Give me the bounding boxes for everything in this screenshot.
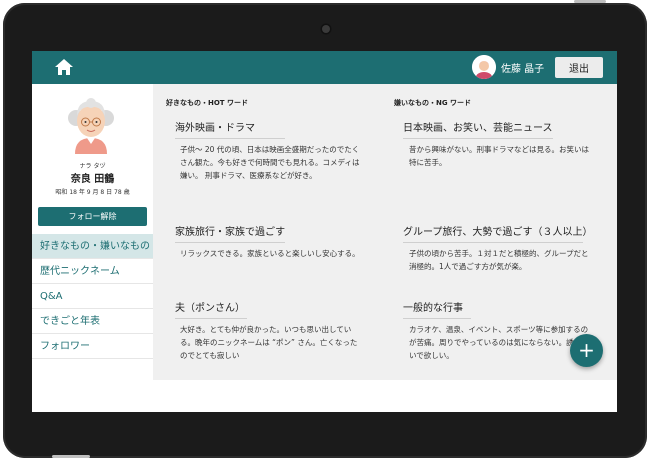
- sidebar-item-timeline[interactable]: できごと年表: [32, 309, 153, 334]
- dislike-item-text: 昔から興味がない。刑事ドラマなどは見る。お笑いは特に苦手。: [409, 145, 589, 167]
- sidebar-nav: 好きなもの・嫌いなもの 歴代ニックネーム Q&A できごと年表 フォロワー: [32, 234, 153, 359]
- sidebar-item-likes-dislikes[interactable]: 好きなもの・嫌いなもの: [32, 234, 153, 259]
- sidebar-item-nicknames[interactable]: 歴代ニックネーム: [32, 259, 153, 284]
- unfollow-button[interactable]: フォロー解除: [38, 207, 147, 226]
- logout-button[interactable]: 退出: [555, 57, 603, 78]
- profile-name: 奈良 田鶴: [70, 174, 115, 185]
- app-header: 佐藤 晶子 退出: [32, 51, 617, 84]
- app-screen: 佐藤 晶子 退出 ナラ タヅ 奈良 田鶴 昭和 18 年 9 月 8 日 78 …: [32, 51, 617, 412]
- like-item-text: 子供～ 20 代の頃、日本は映画全盛期だったのでたくさん観た。今も好きで何時間で…: [180, 145, 360, 180]
- dislike-item-title: 一般的な行事: [403, 299, 471, 319]
- dislike-item-title: グループ旅行、大勢で過ごす（３人以上）: [403, 223, 593, 243]
- profile-kana: ナラ タヅ: [79, 163, 106, 170]
- device-side-button: [574, 0, 606, 3]
- dislike-item-title: 日本映画、お笑い、芸能ニュース: [403, 119, 553, 139]
- profile-birthdate: 昭和 18 年 9 月 8 日 78 歳: [55, 189, 130, 196]
- sidebar: ナラ タヅ 奈良 田鶴 昭和 18 年 9 月 8 日 78 歳 フォロー解除 …: [32, 84, 153, 380]
- dislike-item-text: 子供の頃から苦手。１対１だと積極的、グループだと消極的。1人で過ごす方が気が楽。: [409, 249, 589, 271]
- sidebar-item-qa[interactable]: Q&A: [32, 284, 153, 309]
- sidebar-item-followers[interactable]: フォロワー: [32, 334, 153, 359]
- device-side-button: [52, 455, 90, 458]
- likes-heading: 好きなもの・HOT ワード: [166, 99, 249, 107]
- add-button[interactable]: +: [570, 334, 603, 367]
- dislikes-heading: 嫌いなもの・NG ワード: [394, 99, 472, 107]
- like-item-title: 家族旅行・家族で過ごす: [175, 223, 285, 243]
- like-item-title: 夫（ポンさん）: [175, 299, 247, 319]
- camera-icon: [322, 25, 330, 33]
- profile-avatar: [68, 98, 114, 154]
- home-icon[interactable]: [53, 57, 75, 77]
- user-avatar[interactable]: [472, 55, 496, 79]
- dislike-item-text: カラオケ、温泉、イベント、スポーツ等に参加するのが苦痛。周りでやっているのは気に…: [409, 325, 589, 360]
- user-name: 佐藤 晶子: [501, 64, 545, 75]
- like-item-text: 大好き。とても仲が良かった。いつも思い出している。晩年のニックネームは “ポン”…: [180, 325, 358, 360]
- like-item-text: リラックスできる。家族といると楽しいし安心する。: [180, 249, 360, 258]
- like-item-title: 海外映画・ドラマ: [175, 119, 285, 139]
- main-content: 好きなもの・HOT ワード 嫌いなもの・NG ワード 海外映画・ドラマ 子供～ …: [153, 84, 617, 380]
